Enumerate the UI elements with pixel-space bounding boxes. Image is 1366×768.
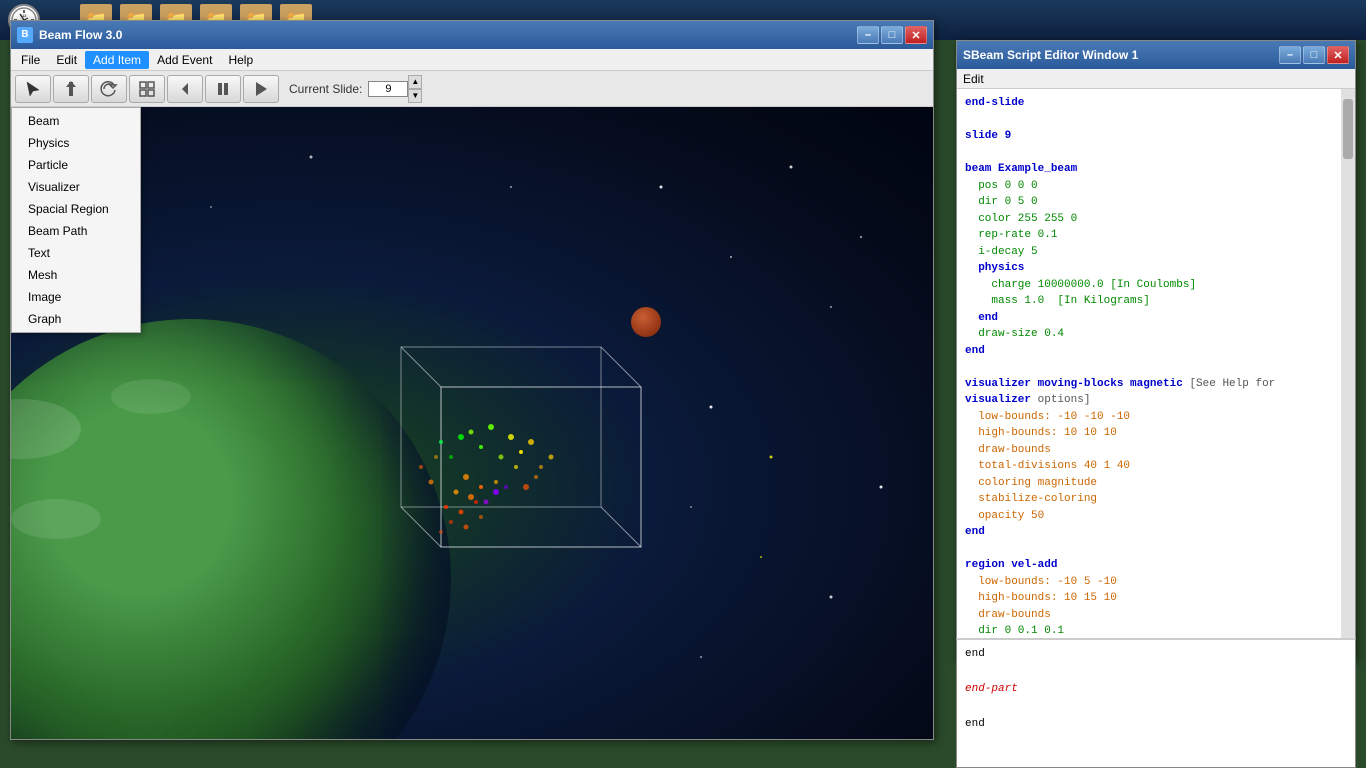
script-line-pos: pos 0 0 0 [965, 178, 1347, 195]
toolbar-arrow-btn[interactable] [53, 75, 89, 103]
script-line-blank-4 [965, 541, 1347, 558]
script-line-charge: charge 10000000.0 [In Coulombs] [965, 277, 1347, 294]
script-menu-edit[interactable]: Edit [963, 72, 984, 86]
script-line-coloring: coloring magnitude [965, 475, 1347, 492]
app-icon: B [17, 27, 33, 43]
dropdown-item-image[interactable]: Image [12, 286, 140, 308]
script-minimize-btn[interactable]: – [1279, 46, 1301, 64]
current-slide-label: Current Slide: [289, 82, 362, 96]
script-icon: S [963, 48, 971, 62]
script-line-drawsize: draw-size 0.4 [965, 326, 1347, 343]
script-line-slide9: slide 9 [965, 128, 1347, 145]
script-line-region: region vel-add [965, 557, 1347, 574]
script-line-draw-bounds-1: draw-bounds [965, 442, 1347, 459]
script-line-end-slide-1: end-slide [965, 95, 1347, 112]
script-line-blank-3 [965, 359, 1347, 376]
script-bottom-line-blank [965, 664, 1347, 682]
slide-up-btn[interactable]: ▲ [408, 75, 422, 89]
dropdown-item-particle[interactable]: Particle [12, 154, 140, 176]
script-scrollbar-thumb[interactable] [1343, 99, 1353, 159]
planet-visual [631, 307, 661, 337]
script-line-dir: dir 0 5 0 [965, 194, 1347, 211]
script-bottom-line-end2: end [965, 716, 1347, 734]
script-line-draw-bounds-2: draw-bounds [965, 607, 1347, 624]
script-window-controls: – □ ✕ [1279, 46, 1349, 64]
toolbar: Current Slide: ▲ ▼ [11, 71, 933, 107]
menu-bar: File Edit Add Item Add Event Help [11, 49, 933, 71]
script-editor-title: Beam Script Editor Window 1 [971, 48, 1138, 62]
menu-help[interactable]: Help [220, 51, 261, 69]
dropdown-item-graph[interactable]: Graph [12, 308, 140, 330]
script-scrollbar[interactable] [1341, 89, 1355, 659]
dropdown-item-text[interactable]: Text [12, 242, 140, 264]
menu-add-item[interactable]: Add Item [85, 51, 149, 69]
script-line-beam: beam Example_beam [965, 161, 1347, 178]
slide-spinners: ▲ ▼ [408, 75, 422, 103]
script-line-idecay: i-decay 5 [965, 244, 1347, 261]
toolbar-play-btn[interactable] [243, 75, 279, 103]
script-bottom-panel: end end-part end [956, 638, 1356, 768]
toolbar-rotate-btn[interactable] [91, 75, 127, 103]
script-line-visualizer: visualizer moving-blocks magnetic [See H… [965, 376, 1347, 409]
script-line-dir-region: dir 0 0.1 0.1 [965, 623, 1347, 639]
dropdown-item-spacial-region[interactable]: Spacial Region [12, 198, 140, 220]
window-controls: – □ ✕ [857, 26, 927, 44]
script-close-btn[interactable]: ✕ [1327, 46, 1349, 64]
script-line-mass: mass 1.0 [In Kilograms] [965, 293, 1347, 310]
toolbar-back-btn[interactable] [167, 75, 203, 103]
toolbar-pause-btn[interactable] [205, 75, 241, 103]
script-line-low-bounds-2: low-bounds: -10 5 -10 [965, 574, 1347, 591]
dropdown-item-visualizer[interactable]: Visualizer [12, 176, 140, 198]
script-maximize-btn[interactable]: □ [1303, 46, 1325, 64]
slide-number-input[interactable] [368, 81, 408, 97]
menu-edit[interactable]: Edit [48, 51, 85, 69]
script-line-physics: physics [965, 260, 1347, 277]
script-line-blank-2 [965, 145, 1347, 162]
script-editor-titlebar: S Beam Script Editor Window 1 – □ ✕ [957, 41, 1355, 69]
slide-down-btn[interactable]: ▼ [408, 89, 422, 103]
main-window-titlebar: B Beam Flow 3.0 – □ ✕ [11, 21, 933, 49]
script-bottom-line-endpart: end-part [965, 681, 1347, 699]
close-button[interactable]: ✕ [905, 26, 927, 44]
script-bottom-line-end: end [965, 646, 1347, 664]
dropdown-item-mesh[interactable]: Mesh [12, 264, 140, 286]
script-line-total-div: total-divisions 40 1 40 [965, 458, 1347, 475]
svg-text:12: 12 [22, 13, 27, 18]
main-window-title: Beam Flow 3.0 [39, 28, 122, 42]
main-window: B Beam Flow 3.0 – □ ✕ File Edit Add Item… [10, 20, 934, 740]
script-line-reprate: rep-rate 0.1 [965, 227, 1347, 244]
toolbar-select-btn[interactable] [15, 75, 51, 103]
menu-add-event[interactable]: Add Event [149, 51, 220, 69]
add-item-dropdown: Beam Physics Particle Visualizer Spacial… [11, 107, 141, 333]
menu-file[interactable]: File [13, 51, 48, 69]
script-line-high-bounds-1: high-bounds: 10 10 10 [965, 425, 1347, 442]
script-line-opacity: opacity 50 [965, 508, 1347, 525]
minimize-button[interactable]: – [857, 26, 879, 44]
script-line-low-bounds-1: low-bounds: -10 -10 -10 [965, 409, 1347, 426]
script-line-stabilize: stabilize-coloring [965, 491, 1347, 508]
script-line-end-physics: end [965, 310, 1347, 327]
script-editor-menubar: Edit [957, 69, 1355, 89]
script-line-end-vis: end [965, 524, 1347, 541]
script-line-high-bounds-2: high-bounds: 10 15 10 [965, 590, 1347, 607]
dropdown-item-physics[interactable]: Physics [12, 132, 140, 154]
script-editor-window: S Beam Script Editor Window 1 – □ ✕ Edit… [956, 40, 1356, 660]
script-line-end-beam: end [965, 343, 1347, 360]
maximize-button[interactable]: □ [881, 26, 903, 44]
toolbar-grid-btn[interactable] [129, 75, 165, 103]
dropdown-item-beam-path[interactable]: Beam Path [12, 220, 140, 242]
script-editor-content[interactable]: end-slide slide 9 beam Example_beam pos … [957, 89, 1355, 639]
script-line-color: color 255 255 0 [965, 211, 1347, 228]
script-line-blank-1 [965, 112, 1347, 129]
viewport: Beam Physics Particle Visualizer Spacial… [11, 107, 933, 739]
script-bottom-line-blank2 [965, 699, 1347, 717]
dropdown-item-beam[interactable]: Beam [12, 110, 140, 132]
